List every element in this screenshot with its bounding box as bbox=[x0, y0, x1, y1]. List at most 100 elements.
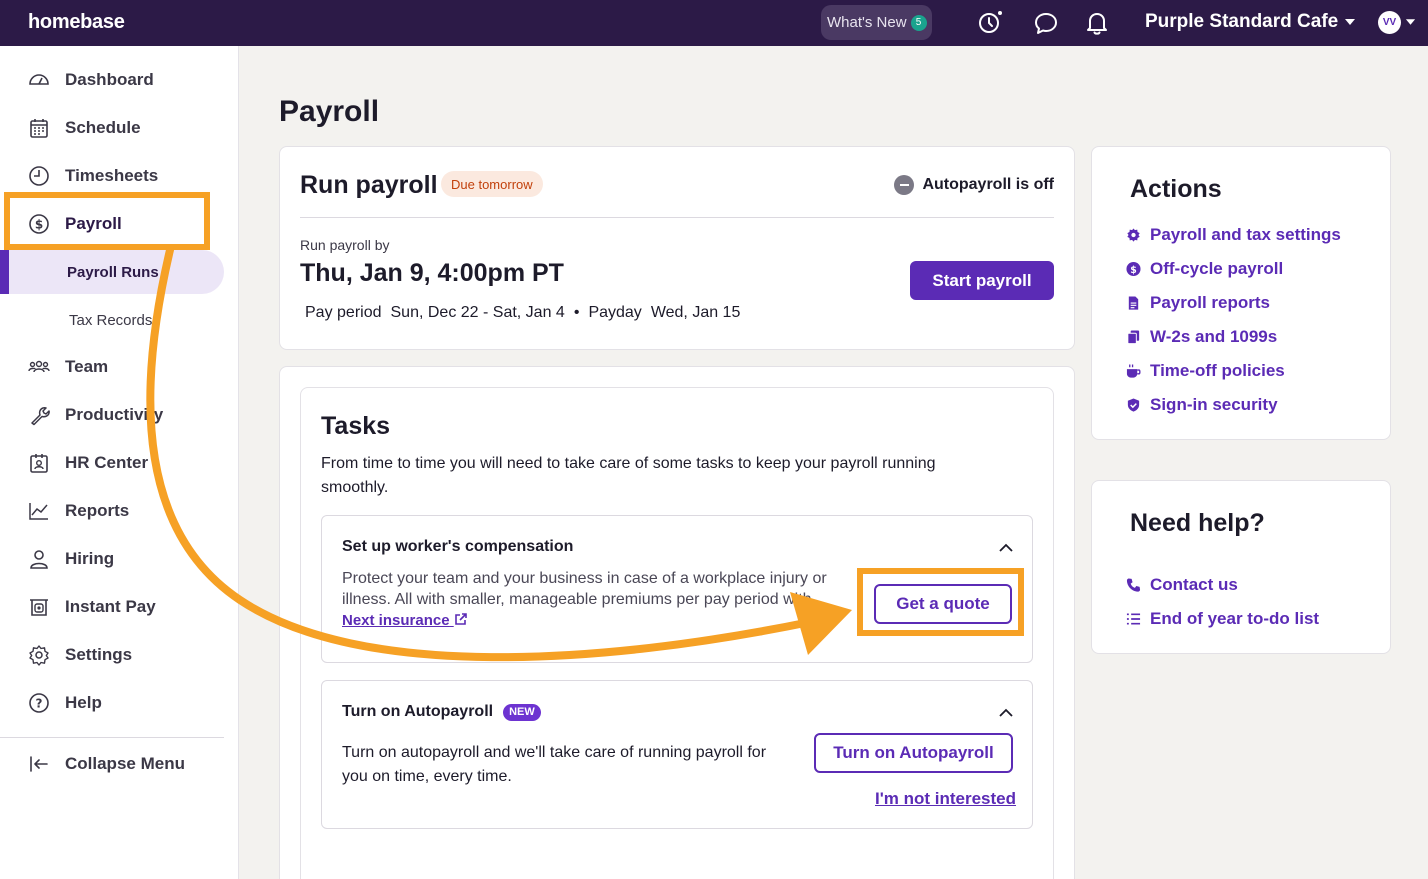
separator-dot: • bbox=[573, 304, 580, 321]
tasks-description: From time to time you will need to take … bbox=[321, 455, 936, 496]
payroll-highlight-box bbox=[4, 192, 210, 250]
link-text: Next insurance bbox=[342, 612, 450, 629]
sidebar-item-hr-center[interactable]: HR Center bbox=[0, 443, 230, 483]
task-title: Turn on Autopayroll NEW bbox=[342, 703, 541, 721]
sidebar-item-schedule[interactable]: Schedule bbox=[0, 108, 230, 148]
time-clock-icon[interactable] bbox=[977, 10, 1003, 36]
sidebar-item-help[interactable]: ? Help bbox=[0, 683, 230, 723]
task-description: Protect your team and your business in c… bbox=[342, 568, 842, 631]
sidebar-subitem-label: Tax Records bbox=[69, 311, 153, 329]
external-link-icon bbox=[454, 613, 467, 625]
phone-icon bbox=[1126, 578, 1141, 592]
sidebar-item-label: HR Center bbox=[65, 453, 149, 472]
action-label: Off-cycle payroll bbox=[1150, 259, 1284, 278]
actions-card: Actions Payroll and tax settings $ Off-c… bbox=[1091, 146, 1391, 440]
instant-pay-icon bbox=[30, 599, 48, 616]
homebase-logo[interactable]: homebase bbox=[28, 11, 125, 34]
task-title: Set up worker's compensation bbox=[342, 538, 573, 556]
help-title: Need help? bbox=[1130, 509, 1265, 537]
task-title-text: Turn on Autopayroll bbox=[342, 703, 494, 720]
sidebar-item-label: Dashboard bbox=[65, 70, 154, 89]
due-status-badge: Due tomorrow bbox=[441, 171, 543, 197]
sidebar-item-label: Help bbox=[65, 693, 102, 712]
whats-new-label: What's New bbox=[827, 14, 907, 31]
pay-period-value: Sun, Dec 22 - Sat, Jan 4 bbox=[390, 304, 565, 321]
shield-icon bbox=[1127, 398, 1140, 412]
action-off-cycle-payroll[interactable]: $ Off-cycle payroll bbox=[1126, 259, 1283, 279]
sidebar: Dashboard Schedule Timesheets $ Payroll … bbox=[0, 46, 239, 879]
whats-new-count-badge: 5 bbox=[910, 14, 927, 31]
task-autopayroll: Turn on Autopayroll NEW Turn on autopayr… bbox=[321, 680, 1033, 829]
sidebar-item-settings[interactable]: Settings bbox=[0, 635, 230, 675]
dollar-icon: $ bbox=[1126, 261, 1141, 277]
next-insurance-link[interactable]: Next insurance bbox=[342, 612, 468, 629]
help-card: Need help? Contact us End of year to-do … bbox=[1091, 480, 1391, 654]
sidebar-item-label: Schedule bbox=[65, 118, 141, 137]
payday-value: Wed, Jan 15 bbox=[650, 304, 741, 321]
collapse-menu-label: Collapse Menu bbox=[65, 754, 185, 773]
sidebar-item-label: Team bbox=[65, 357, 109, 376]
caret-down-icon[interactable] bbox=[1405, 18, 1416, 26]
run-by-date: Thu, Jan 9, 4:00pm PT bbox=[300, 259, 564, 287]
help-label: End of year to-do list bbox=[1150, 609, 1320, 628]
help-icon: ? bbox=[29, 693, 49, 713]
team-icon bbox=[28, 360, 50, 373]
gear-icon bbox=[29, 645, 49, 666]
user-avatar[interactable]: VV bbox=[1378, 11, 1401, 34]
top-bar: homebase What's New 5 Purple Standard Ca… bbox=[0, 0, 1428, 46]
sidebar-item-dashboard[interactable]: Dashboard bbox=[0, 60, 230, 100]
sidebar-item-label: Hiring bbox=[65, 549, 115, 568]
pay-period-row: Pay period Sun, Dec 22 - Sat, Jan 4 • Pa… bbox=[305, 304, 740, 322]
help-end-of-year-list[interactable]: End of year to-do list bbox=[1126, 609, 1319, 629]
action-label: Payroll and tax settings bbox=[1150, 225, 1341, 244]
sidebar-item-label: Settings bbox=[65, 645, 133, 664]
chevron-up-icon[interactable] bbox=[998, 540, 1014, 556]
action-label: W-2s and 1099s bbox=[1150, 327, 1278, 346]
sidebar-subitem-payroll-runs[interactable]: Payroll Runs bbox=[0, 250, 224, 294]
action-sign-in-security[interactable]: Sign-in security bbox=[1126, 395, 1278, 415]
coffee-icon bbox=[1126, 364, 1141, 378]
action-time-off-policies[interactable]: Time-off policies bbox=[1126, 361, 1285, 381]
action-w2s-1099s[interactable]: W-2s and 1099s bbox=[1126, 327, 1277, 347]
documents-icon bbox=[1127, 330, 1140, 345]
help-label: Contact us bbox=[1150, 575, 1238, 594]
sidebar-item-instant-pay[interactable]: Instant Pay bbox=[0, 587, 230, 627]
collapse-icon bbox=[30, 756, 48, 772]
action-payroll-tax-settings[interactable]: Payroll and tax settings bbox=[1126, 225, 1341, 245]
sidebar-item-timesheets[interactable]: Timesheets bbox=[0, 156, 230, 196]
whats-new-button[interactable]: What's New 5 bbox=[821, 5, 932, 40]
location-switcher[interactable]: Purple Standard Cafe bbox=[1145, 11, 1356, 33]
sidebar-item-hiring[interactable]: Hiring bbox=[0, 539, 230, 579]
task-title-text: Set up worker's compensation bbox=[342, 538, 574, 555]
task-description-text: Protect your team and your business in c… bbox=[342, 570, 827, 608]
sidebar-subitem-label: Payroll Runs bbox=[67, 263, 159, 281]
id-badge-icon bbox=[30, 454, 48, 473]
page-title: Payroll bbox=[279, 95, 380, 128]
calendar-icon bbox=[30, 119, 48, 138]
wrench-icon bbox=[31, 407, 50, 426]
actions-title: Actions bbox=[1130, 175, 1222, 203]
svg-text:$: $ bbox=[1130, 265, 1137, 276]
collapse-menu-button[interactable]: Collapse Menu bbox=[0, 744, 230, 784]
action-payroll-reports[interactable]: Payroll reports bbox=[1126, 293, 1270, 313]
chevron-up-icon[interactable] bbox=[998, 705, 1014, 721]
start-payroll-button[interactable]: Start payroll bbox=[910, 261, 1054, 300]
chat-icon[interactable] bbox=[1033, 10, 1059, 36]
help-contact-us[interactable]: Contact us bbox=[1126, 575, 1238, 595]
sidebar-item-label: Productivity bbox=[65, 405, 164, 424]
person-icon bbox=[30, 550, 48, 569]
task-description: Turn on autopayroll and we'll take care … bbox=[342, 744, 767, 785]
turn-on-autopayroll-button[interactable]: Turn on Autopayroll bbox=[814, 733, 1013, 773]
chart-icon bbox=[29, 503, 48, 520]
sidebar-subitem-tax-records[interactable]: Tax Records bbox=[0, 298, 224, 342]
sidebar-item-productivity[interactable]: Productivity bbox=[0, 395, 230, 435]
action-label: Sign-in security bbox=[1150, 395, 1278, 414]
not-interested-link[interactable]: I'm not interested bbox=[875, 789, 1016, 809]
sidebar-item-team[interactable]: Team bbox=[0, 347, 230, 387]
pay-period-label: Pay period bbox=[305, 304, 382, 321]
report-icon bbox=[1128, 296, 1139, 310]
sidebar-item-reports[interactable]: Reports bbox=[0, 491, 230, 531]
location-name: Purple Standard Cafe bbox=[1145, 11, 1339, 32]
action-label: Time-off policies bbox=[1150, 361, 1285, 380]
notification-bell-icon[interactable] bbox=[1084, 10, 1110, 36]
